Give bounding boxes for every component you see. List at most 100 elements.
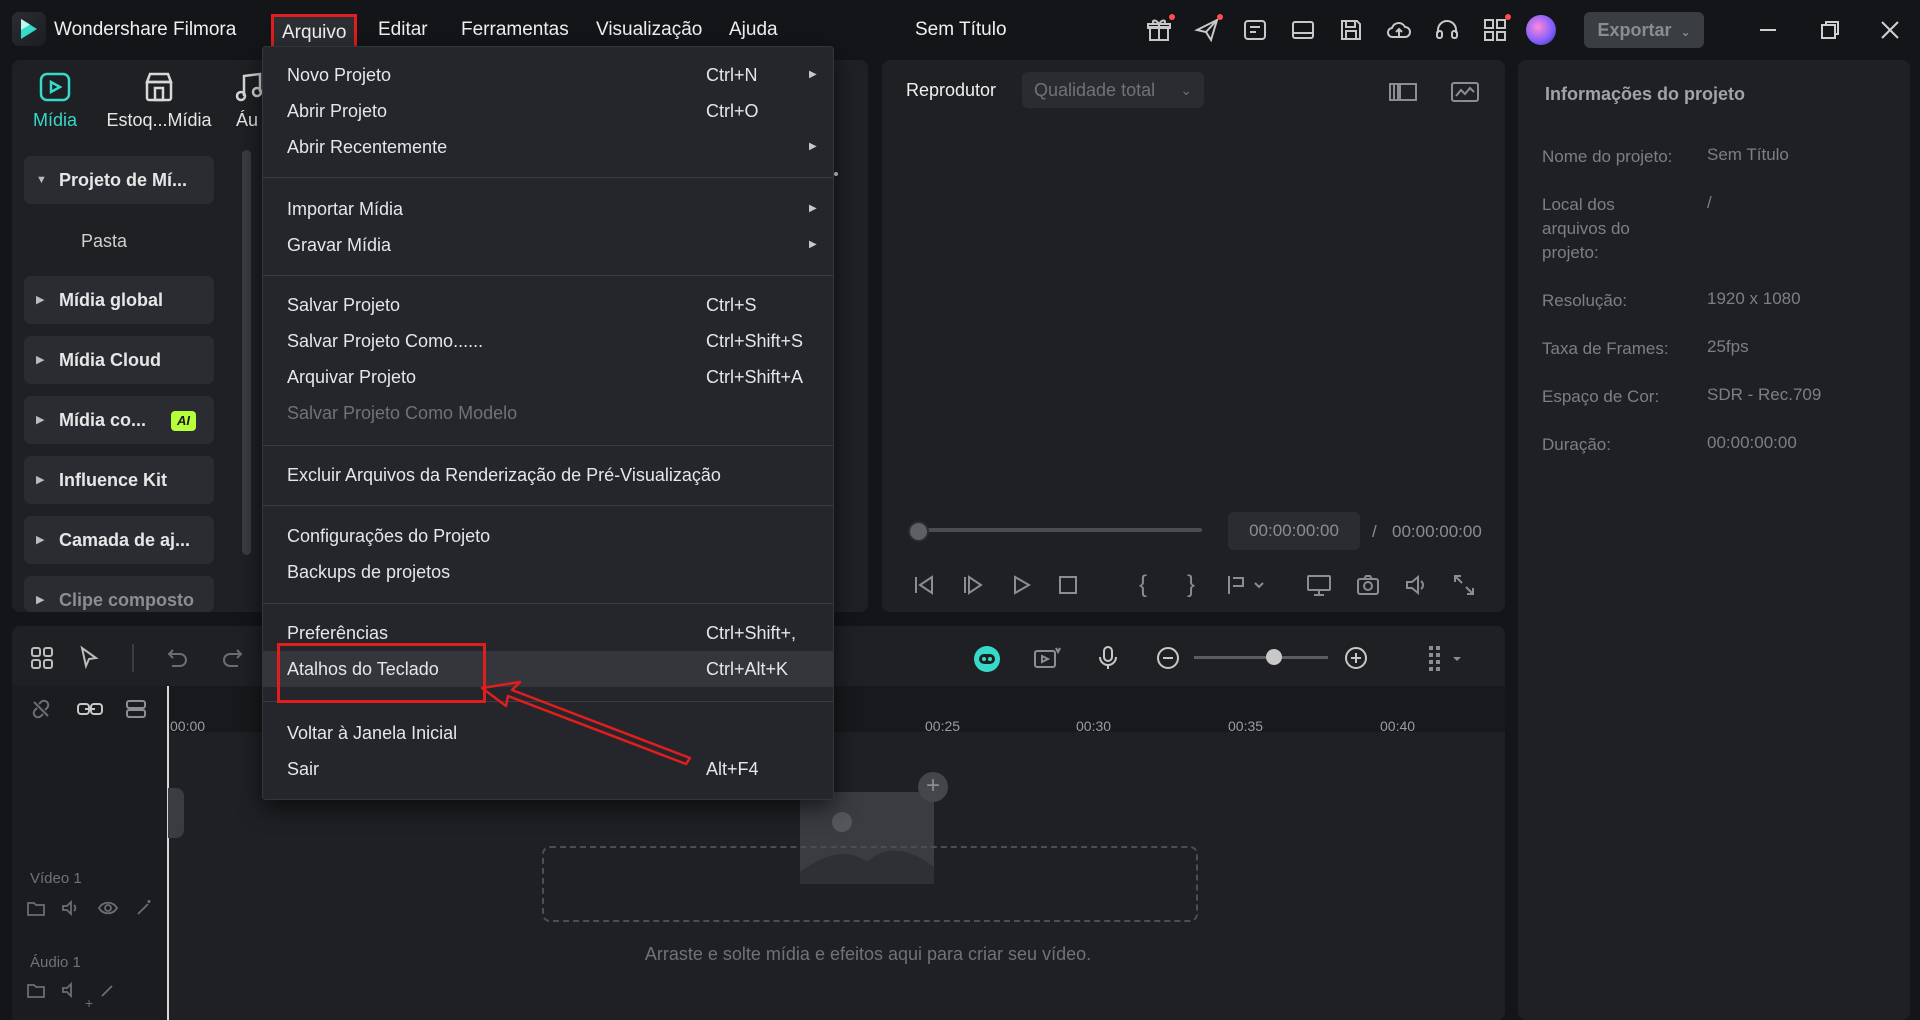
minimize-icon[interactable] [1754,16,1782,44]
info-label-resolucao: Resolução: [1542,291,1628,310]
menu-item-label: Sair [287,759,320,779]
menu-item-novo-projeto[interactable]: Novo Projeto Ctrl+N ▶ [263,57,833,93]
microphone-icon[interactable] [1094,644,1122,672]
waveform-view-icon[interactable] [1450,80,1480,104]
avatar[interactable] [1526,15,1556,45]
undo-icon[interactable] [162,644,190,672]
menu-item-configuracoes-projeto[interactable]: Configurações do Projeto [263,518,833,554]
volume-icon[interactable] [1403,572,1429,598]
play-icon[interactable] [1008,572,1034,598]
menu-item-label: Excluir Arquivos da Renderização de Pré-… [287,465,721,485]
sidebar-item-label: Influence Kit [59,470,168,490]
sidebar-scrollbar[interactable] [242,150,251,555]
track-volume-icon[interactable] [60,898,80,918]
fullscreen-icon[interactable] [1451,572,1477,598]
display-settings-icon[interactable] [1305,572,1335,598]
magic-wand-icon[interactable] [98,980,118,998]
eye-icon[interactable] [98,898,118,918]
menu-item-importar-midia[interactable]: Importar Mídia ▶ [263,191,833,227]
ruler-tick: 00:35 [1228,718,1264,734]
send-icon[interactable] [1193,14,1223,44]
gift-icon[interactable] [1145,14,1175,44]
auto-beat-icon[interactable] [1032,644,1062,672]
menu-item-excluir-arquivos-renderizacao[interactable]: Excluir Arquivos da Renderização de Pré-… [263,457,833,493]
add-track-icon[interactable] [124,698,150,720]
menu-visualizacao[interactable]: Visualização [596,19,702,41]
track-collapse-handle[interactable] [168,788,184,838]
player-progress-track[interactable] [912,528,1202,532]
menu-item-label: Configurações do Projeto [287,526,491,546]
timeline-dropzone[interactable] [542,846,1198,922]
compare-view-icon[interactable] [1388,80,1418,104]
ai-mascot-icon[interactable] [972,644,1002,672]
unlink-icon[interactable] [30,698,52,720]
sidebar-item-clipe-composto[interactable]: ▶ Clipe composto [24,576,214,612]
info-value-espaco-cor: SDR - Rec.709 [1707,385,1822,404]
zoom-slider-knob[interactable] [1266,649,1282,665]
time-current[interactable]: 00:00:00:00 [1228,512,1360,550]
tab-stock-media[interactable]: Estoq...Mídia [104,70,214,131]
marker-icon[interactable] [1225,572,1265,598]
submenu-arrow-icon: ▶ [809,239,817,250]
layout-grid-icon[interactable] [28,644,56,672]
info-value-local: / [1707,193,1712,212]
document-title: Sem Título [915,19,1007,40]
menu-editar[interactable]: Editar [378,19,428,41]
menu-item-abrir-projeto[interactable]: Abrir Projeto Ctrl+O [263,93,833,129]
tab-midia[interactable]: Mídia [0,70,110,131]
media-icon [37,70,73,104]
menu-item-salvar-projeto-como[interactable]: Salvar Projeto Como...... Ctrl+Shift+S [263,323,833,359]
zoom-slider-track[interactable] [1194,656,1328,659]
menu-ferramentas[interactable]: Ferramentas [461,19,569,41]
restore-icon[interactable] [1816,16,1844,44]
snapshot-icon[interactable] [1355,572,1381,598]
sidebar-item-midia-global[interactable]: ▶ Mídia global [24,276,214,324]
quality-select[interactable]: Qualidade total ⌄ [1022,72,1204,108]
player-progress-knob[interactable] [908,521,929,542]
menu-item-abrir-recentemente[interactable]: Abrir Recentemente ▶ [263,129,833,165]
sidebar-item-pasta[interactable]: Pasta [81,231,127,252]
track-volume-icon[interactable] [60,980,80,998]
menu-item-gravar-midia[interactable]: Gravar Mídia ▶ [263,227,833,263]
save-icon[interactable] [1337,16,1365,44]
sidebar-item-midia-cloud[interactable]: ▶ Mídia Cloud [24,336,214,384]
menu-item-shortcut: Ctrl+Shift+, [706,623,797,643]
caret-right-icon: ▶ [36,354,45,366]
menu-item-shortcut: Ctrl+N [706,65,758,85]
playhead[interactable] [167,686,169,1020]
folder-lock-icon[interactable] [26,898,46,918]
magic-wand-icon[interactable] [134,898,154,918]
sidebar-item-midia-co[interactable]: ▶ Mídia co... AI [24,396,214,444]
redo-icon[interactable] [220,644,248,672]
submenu-arrow-icon: ▶ [809,203,817,214]
link-icon[interactable] [76,698,104,720]
tab-audio[interactable]: Áu [232,70,262,131]
apps-grid-icon[interactable] [1481,14,1511,44]
zoom-in-icon[interactable] [1342,644,1370,672]
menu-item-backups-projetos[interactable]: Backups de projetos [263,554,833,590]
folder-lock-icon[interactable] [26,980,46,998]
next-frame-icon[interactable] [960,572,986,598]
menu-ajuda[interactable]: Ajuda [729,19,778,41]
tasks-icon[interactable] [1241,16,1269,44]
stop-icon[interactable] [1055,572,1081,598]
zoom-out-icon[interactable] [1154,644,1182,672]
sidebar-item-projeto-de-midia[interactable]: ▼ Projeto de Mí... [24,156,214,204]
menu-item-arquivar-projeto[interactable]: Arquivar Projeto Ctrl+Shift+A [263,359,833,395]
export-button[interactable]: Exportar ⌄ [1584,12,1704,48]
sidebar-item-influence-kit[interactable]: ▶ Influence Kit [24,456,214,504]
track-height-icon[interactable] [1426,644,1466,672]
mark-out-icon[interactable]: } [1178,572,1204,598]
menu-item-shortcut: Ctrl+O [706,101,759,121]
cloud-upload-icon[interactable] [1385,16,1413,44]
menu-item-salvar-projeto[interactable]: Salvar Projeto Ctrl+S [263,287,833,323]
mark-in-icon[interactable]: { [1130,572,1156,598]
select-tool-icon[interactable] [76,644,104,672]
headset-icon[interactable] [1433,16,1461,44]
add-media-plus-icon[interactable]: + [918,772,948,802]
close-icon[interactable] [1876,16,1904,44]
add-audio-track-icon[interactable]: + [85,996,95,1010]
sidebar-item-camada-de-ajuste[interactable]: ▶ Camada de aj... [24,516,214,564]
prev-frame-icon[interactable] [911,572,937,598]
layout-icon[interactable] [1289,16,1317,44]
